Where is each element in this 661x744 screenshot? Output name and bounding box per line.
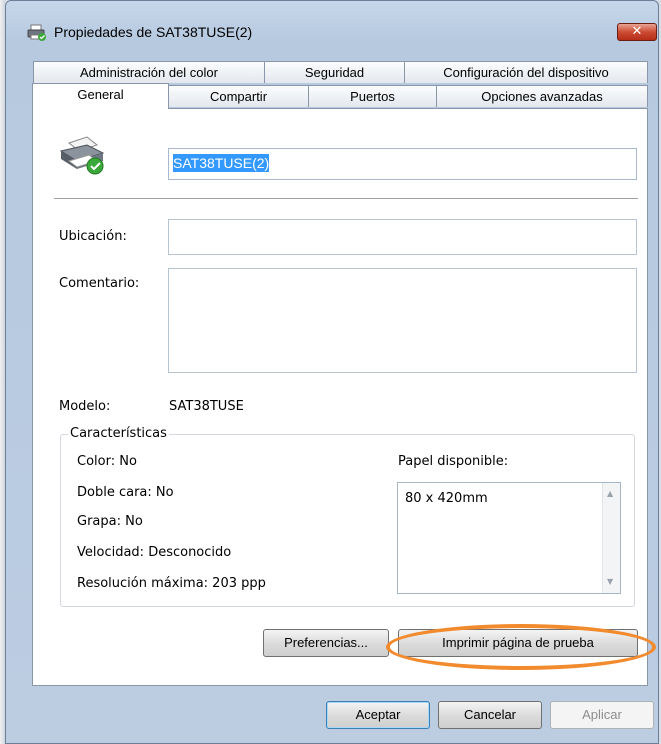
paper-list-scrollbar[interactable]: ▲ ▼ [602, 483, 620, 593]
tab-compartir[interactable]: Compartir [168, 85, 309, 107]
features-group-title: Características [68, 426, 169, 441]
tab-administracion-del-color[interactable]: Administración del color [33, 61, 265, 83]
feature-resolucion: Resolución máxima: 203 ppp [77, 576, 266, 591]
comentario-label: Comentario: [59, 276, 140, 291]
comentario-textarea[interactable] [168, 268, 637, 373]
close-button[interactable]: ✕ [617, 23, 657, 41]
scroll-down-icon[interactable]: ▼ [607, 577, 613, 586]
printer-icon [27, 24, 47, 46]
feature-color: Color: No [77, 454, 137, 469]
modelo-label: Modelo: [59, 399, 111, 414]
printer-default-icon [57, 135, 107, 181]
tab-general[interactable]: General [32, 83, 169, 109]
ubicacion-label: Ubicación: [59, 229, 127, 244]
general-tab-panel: SAT38TUSE(2) Ubicación: Comentario: Mode… [32, 108, 648, 686]
tab-seguridad[interactable]: Seguridad [264, 61, 405, 83]
scroll-up-icon[interactable]: ▲ [607, 489, 613, 498]
tab-opciones-avanzadas[interactable]: Opciones avanzadas [436, 85, 648, 107]
aplicar-button[interactable]: Aplicar [550, 701, 654, 729]
printer-name-text: SAT38TUSE(2) [173, 154, 270, 172]
cancelar-button[interactable]: Cancelar [438, 701, 542, 729]
window-title: Propiedades de SAT38TUSE(2) [54, 24, 253, 40]
tab-configuracion-del-dispositivo[interactable]: Configuración del dispositivo [404, 61, 648, 83]
print-test-page-button[interactable]: Imprimir página de prueba [398, 629, 638, 657]
feature-velocidad: Velocidad: Desconocido [77, 545, 232, 560]
paper-list[interactable]: 80 x 420mm ▲ ▼ [397, 482, 621, 594]
aceptar-button[interactable]: Aceptar [326, 701, 430, 729]
printer-properties-dialog: Propiedades de SAT38TUSE(2) ✕ Administra… [5, 0, 659, 744]
feature-grapa: Grapa: No [77, 514, 143, 529]
preferencias-button[interactable]: Preferencias... [263, 629, 389, 657]
title-bar: Propiedades de SAT38TUSE(2) ✕ [6, 1, 658, 41]
paper-available-label: Papel disponible: [398, 454, 509, 469]
tab-puertos[interactable]: Puertos [308, 85, 437, 107]
modelo-value: SAT38TUSE [169, 399, 244, 414]
ubicacion-input[interactable] [168, 219, 637, 255]
separator [54, 198, 638, 199]
printer-name-input[interactable]: SAT38TUSE(2) [168, 148, 637, 180]
list-item[interactable]: 80 x 420mm [405, 491, 488, 506]
feature-doble-cara: Doble cara: No [77, 485, 174, 500]
